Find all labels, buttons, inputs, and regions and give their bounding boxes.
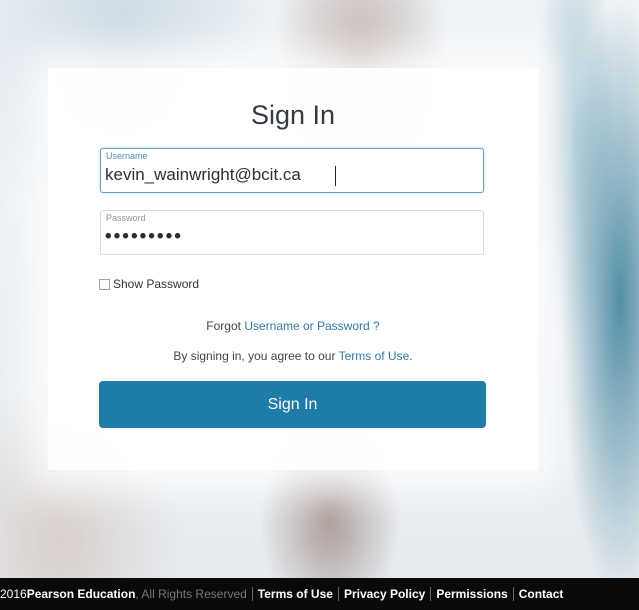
username-field[interactable]: Username bbox=[100, 148, 484, 193]
text-caret bbox=[335, 166, 336, 186]
username-label: Username bbox=[106, 151, 148, 161]
footer-contact-link[interactable]: Contact bbox=[519, 587, 564, 601]
show-password-checkbox[interactable] bbox=[99, 278, 110, 290]
show-password-label: Show Password bbox=[113, 277, 200, 291]
password-input[interactable] bbox=[105, 225, 475, 249]
terms-of-use-link[interactable]: Terms of Use bbox=[339, 349, 410, 363]
terms-agreement-text: By signing in, you agree to our Terms of… bbox=[48, 349, 538, 363]
copyright-year: 2016 bbox=[0, 587, 27, 601]
footer-permissions-link[interactable]: Permissions bbox=[436, 587, 507, 601]
footer-divider bbox=[251, 587, 253, 601]
footer-divider bbox=[337, 587, 339, 601]
sign-in-button[interactable]: Sign In bbox=[99, 381, 486, 428]
page-title: Sign In bbox=[250, 100, 336, 130]
forgot-credentials-text: Forgot Username or Password ? bbox=[48, 319, 538, 333]
show-password-toggle[interactable]: Show Password bbox=[99, 277, 199, 291]
footer-bar: 2016 Pearson Education, All Rights Reser… bbox=[0, 578, 639, 610]
password-label: Password bbox=[106, 213, 146, 223]
forgot-credentials-link[interactable]: Username or Password ? bbox=[244, 319, 379, 333]
agree-prefix: By signing in, you agree to our bbox=[173, 349, 339, 363]
agree-suffix: . bbox=[409, 349, 413, 363]
footer-privacy-link[interactable]: Privacy Policy bbox=[344, 587, 425, 601]
footer-divider bbox=[512, 587, 514, 601]
sign-in-card: Sign In Username Password Show Password … bbox=[48, 68, 538, 470]
copyright-rights: , All Rights Reserved bbox=[135, 587, 247, 601]
footer-divider bbox=[430, 587, 432, 601]
username-input[interactable] bbox=[105, 163, 475, 187]
copyright-company: Pearson Education bbox=[26, 587, 136, 601]
password-field[interactable]: Password bbox=[100, 210, 484, 255]
footer-terms-link[interactable]: Terms of Use bbox=[258, 587, 333, 601]
forgot-prefix: Forgot bbox=[206, 319, 245, 333]
